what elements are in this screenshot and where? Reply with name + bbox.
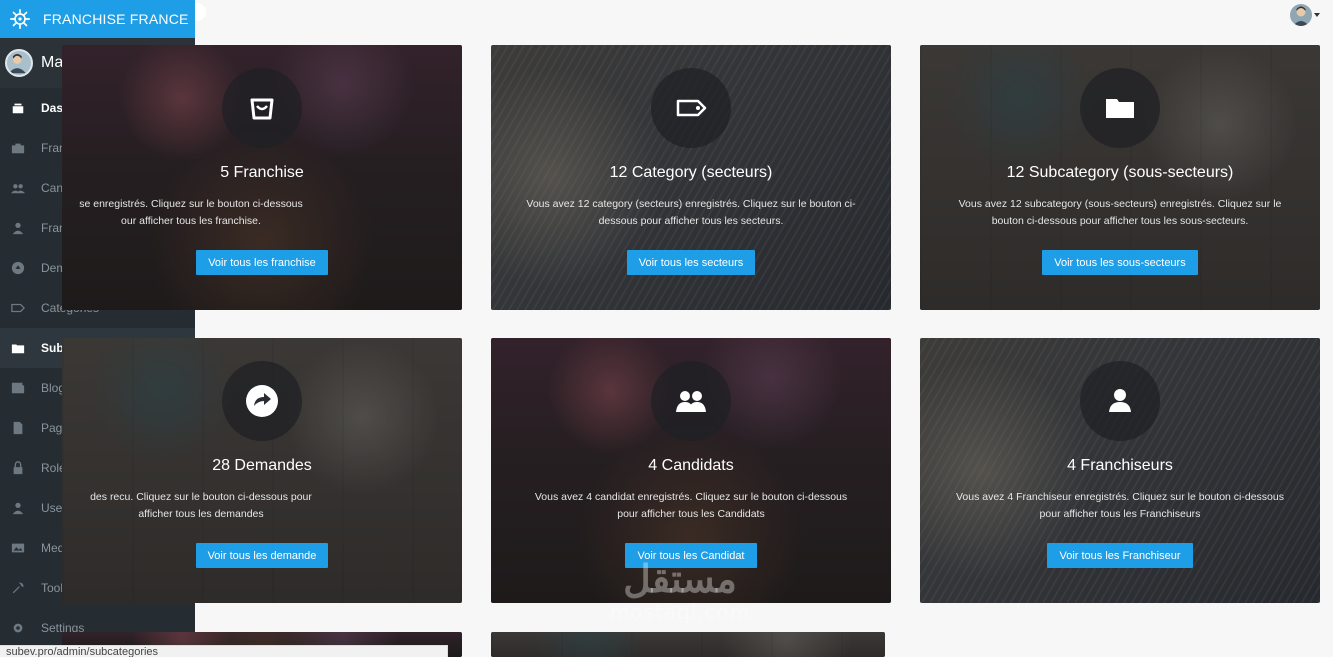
card-subcategory: 12 Subcategory (sous-secteurs) Vous avez… [920,45,1320,310]
lock-icon [11,461,25,475]
view-demandes-button[interactable]: Voir tous les demande [195,543,329,568]
card-description: Vous avez 4 Franchiseur enregistrés. Cli… [934,489,1306,523]
dashboard-icon [11,101,25,115]
tag-icon [11,301,25,315]
document-icon [11,421,25,435]
view-franchiseurs-button[interactable]: Voir tous les Franchiseur [1047,543,1193,568]
card-description: Vous avez 12 subcategory (sous-secteurs)… [937,196,1304,230]
card-description-line: se enregistrés. Cliquez sur le bouton ci… [79,198,303,210]
card-title: 28 Demandes [212,457,312,474]
user-icon [11,501,25,515]
chevron-down-icon [1314,13,1320,17]
card-description-line: des recu. Cliquez sur le bouton ci-desso… [90,491,312,503]
view-candidats-button[interactable]: Voir tous les Candidat [625,543,757,568]
card-description-line: afficher tous les demandes [138,508,264,520]
card-description-line: pour afficher tous les Franchiseurs [1039,508,1201,520]
avatar [5,49,33,77]
card-category: 12 Category (secteurs) Vous avez 12 cate… [491,45,891,310]
briefcase-icon [11,141,25,155]
circle-icon-wrap [1080,68,1160,148]
circle-icon-wrap [222,68,302,148]
users-icon [11,181,25,195]
card-title: 4 Franchiseurs [1067,457,1173,474]
arrow-circle-icon [11,261,25,275]
view-subcategories-button[interactable]: Voir tous les sous-secteurs [1042,250,1198,275]
newspaper-icon [11,381,25,395]
circle-icon-wrap [1080,361,1160,441]
card-demandes: 28 Demandes des recu. Cliquez sur le bou… [62,338,462,603]
card-description-line: pour afficher tous les Candidats [617,508,765,520]
wrench-icon [11,581,25,595]
card-franchiseurs: 4 Franchiseurs Vous avez 4 Franchiseur e… [920,338,1320,603]
card-title: 4 Candidats [648,457,734,474]
card-title: 12 Subcategory (sous-secteurs) [1006,164,1234,181]
user-icon [1109,389,1131,412]
share-arrow-icon [246,385,278,417]
ship-wheel-icon [10,9,30,29]
card-description: des recu. Cliquez sur le bouton ci-desso… [90,489,334,523]
folder-icon [1106,99,1134,118]
brand-name: FRANCHISE FRANCE [43,11,189,27]
circle-icon-wrap [651,68,731,148]
user-menu[interactable] [1290,4,1320,26]
card-description-line: dessous pour afficher tous les secteurs. [598,215,784,227]
card-description: se enregistrés. Cliquez sur le bouton ci… [79,196,325,230]
avatar [1290,4,1312,26]
card-description-line: Vous avez 12 subcategory (sous-secteurs)… [958,198,1282,210]
card-partial [491,632,885,657]
card-description: Vous avez 12 category (secteurs) enregis… [504,196,877,230]
view-categories-button[interactable]: Voir tous les secteurs [626,250,756,275]
card-title: 12 Category (secteurs) [609,164,773,181]
brand-logo[interactable]: FRANCHISE FRANCE [0,0,195,38]
card-description-line: our afficher tous les franchise. [121,215,261,227]
card-franchise: 5 Franchise se enregistrés. Cliquez sur … [62,45,462,310]
tag-icon [676,99,707,117]
folder-icon [11,341,25,355]
view-franchises-button[interactable]: Voir tous les franchise [196,250,328,275]
card-candidats: 4 Candidats Vous avez 4 candidat enregis… [491,338,891,603]
image-icon [11,541,25,555]
card-description-line: Vous avez 12 category (secteurs) enregis… [526,198,856,210]
circle-icon-wrap [651,361,731,441]
gear-icon [11,621,25,635]
card-description: Vous avez 4 candidat enregistrés. Clique… [513,489,869,523]
circle-icon-wrap [222,361,302,441]
card-description-line: bouton ci-dessous pour afficher tous les… [991,215,1249,227]
card-title: 5 Franchise [220,164,304,181]
card-description-line: Vous avez 4 Franchiseur enregistrés. Cli… [955,491,1284,503]
users-icon [676,391,706,412]
user-icon [11,221,25,235]
shopping-bag-icon [250,98,274,120]
watermark-latin: mostaql.com [609,600,751,624]
status-bar-url: subev.pro/admin/subcategories [0,645,448,657]
card-description-line: Vous avez 4 candidat enregistrés. Clique… [534,491,848,503]
